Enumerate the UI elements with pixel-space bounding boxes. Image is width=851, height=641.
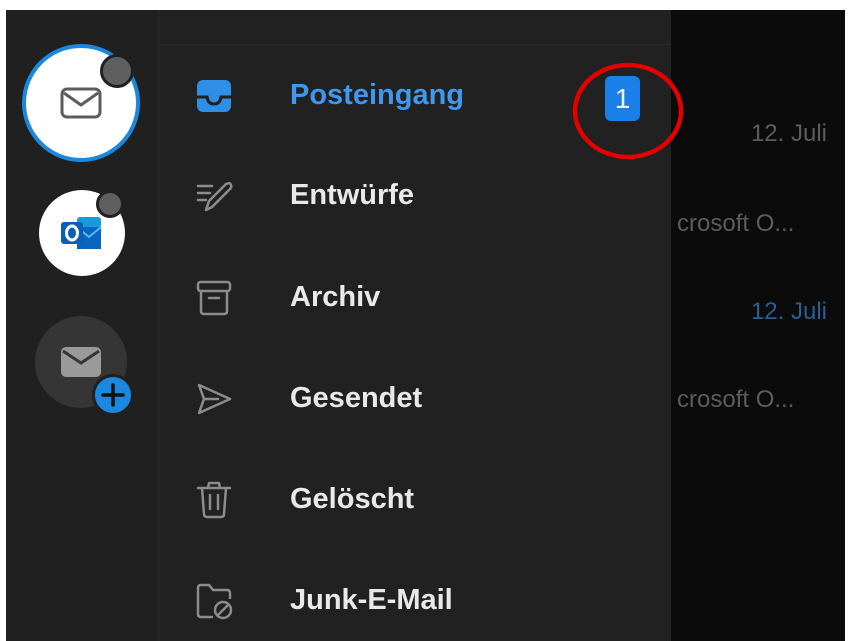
message-sender: crosoft O... [677, 386, 795, 413]
account-status-dot [96, 190, 124, 218]
folder-label: Entwürfe [290, 179, 415, 211]
folder-label: Gesendet [290, 382, 423, 414]
folder-drafts[interactable]: Entwürfe [160, 152, 671, 242]
message-date: 12. Juli [750, 120, 827, 147]
account-rail [6, 10, 158, 641]
account-status-dot [100, 54, 134, 88]
folder-label: Posteingang [290, 79, 465, 111]
folder-label: Gelöscht [290, 483, 415, 515]
junk-folder-icon [196, 583, 233, 620]
message-date: 12. Juli [750, 298, 827, 325]
folder-junk[interactable]: Junk-E-Mail [160, 557, 671, 641]
message-sender: crosoft O... [677, 210, 795, 237]
folder-deleted[interactable]: Gelöscht [160, 456, 671, 546]
drafts-icon [196, 181, 233, 212]
annotation-circle [572, 62, 684, 160]
outlook-logo-icon [61, 217, 102, 249]
mail-icon [61, 347, 101, 377]
trash-icon [196, 481, 232, 519]
archive-icon [196, 280, 232, 316]
message-list-behind: 12. Juli crosoft O... 12. Juli crosoft O… [671, 10, 845, 641]
folder-label: Archiv [290, 281, 381, 313]
folder-sent[interactable]: Gesendet [160, 355, 671, 445]
add-account-icon [92, 374, 134, 416]
sent-icon [197, 383, 232, 415]
drawer-divider [160, 44, 671, 45]
mail-icon [60, 87, 102, 119]
inbox-icon [197, 80, 231, 112]
folder-archive[interactable]: Archiv [160, 254, 671, 344]
app-frame: 12. Juli crosoft O... 12. Juli crosoft O… [6, 10, 845, 641]
folder-label: Junk-E-Mail [290, 584, 453, 616]
